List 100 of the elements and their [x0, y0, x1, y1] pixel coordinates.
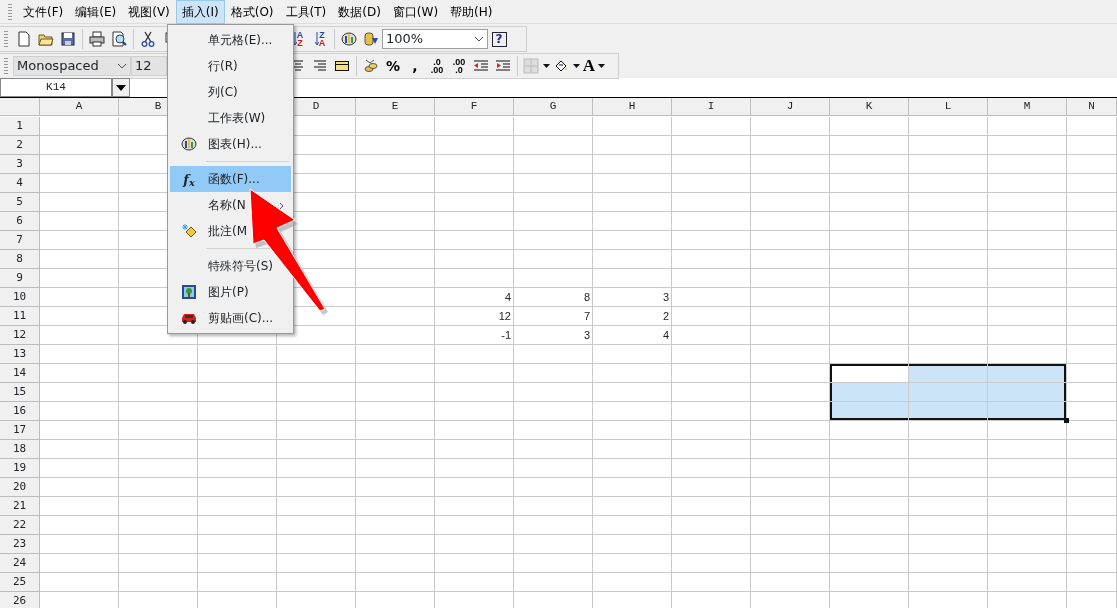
- table-cell[interactable]: [356, 136, 435, 155]
- table-cell[interactable]: [593, 573, 672, 592]
- table-cell[interactable]: [1067, 554, 1117, 573]
- table-cell[interactable]: [356, 535, 435, 554]
- table-cell[interactable]: [40, 174, 119, 193]
- table-cell[interactable]: [909, 516, 988, 535]
- table-cell[interactable]: [40, 269, 119, 288]
- table-cell[interactable]: [40, 117, 119, 136]
- table-cell[interactable]: [277, 421, 356, 440]
- table-cell[interactable]: [830, 174, 909, 193]
- table-cell[interactable]: [277, 535, 356, 554]
- table-cell[interactable]: [830, 497, 909, 516]
- table-cell[interactable]: [1067, 383, 1117, 402]
- table-cell[interactable]: [356, 440, 435, 459]
- column-header[interactable]: G: [514, 98, 593, 116]
- row-header[interactable]: 18: [0, 440, 40, 459]
- table-cell[interactable]: [751, 516, 830, 535]
- table-cell[interactable]: [514, 193, 593, 212]
- table-cell[interactable]: [40, 554, 119, 573]
- table-cell[interactable]: [751, 535, 830, 554]
- menu-item[interactable]: 文件(F): [17, 0, 70, 24]
- row-header[interactable]: 5: [0, 193, 40, 212]
- table-cell[interactable]: [593, 174, 672, 193]
- table-cell[interactable]: [830, 554, 909, 573]
- table-cell[interactable]: [988, 516, 1067, 535]
- table-cell[interactable]: [988, 402, 1067, 421]
- table-cell[interactable]: [356, 554, 435, 573]
- table-cell[interactable]: [909, 269, 988, 288]
- table-cell[interactable]: [830, 117, 909, 136]
- table-cell[interactable]: [672, 136, 751, 155]
- table-cell[interactable]: [593, 250, 672, 269]
- table-cell[interactable]: [593, 554, 672, 573]
- table-cell[interactable]: [1067, 459, 1117, 478]
- table-cell[interactable]: [514, 459, 593, 478]
- table-cell[interactable]: [909, 478, 988, 497]
- menu-item[interactable]: 窗口(W): [386, 0, 445, 24]
- table-cell[interactable]: [988, 421, 1067, 440]
- table-cell[interactable]: [435, 383, 514, 402]
- table-cell[interactable]: [909, 326, 988, 345]
- table-cell[interactable]: [593, 440, 672, 459]
- table-cell[interactable]: [514, 402, 593, 421]
- table-cell[interactable]: [672, 459, 751, 478]
- menu-item[interactable]: 批注(M: [170, 218, 249, 244]
- table-cell[interactable]: [514, 212, 593, 231]
- column-header[interactable]: N: [1067, 98, 1117, 116]
- table-cell[interactable]: [830, 288, 909, 307]
- table-cell[interactable]: [672, 326, 751, 345]
- table-cell[interactable]: [672, 402, 751, 421]
- table-cell[interactable]: [751, 364, 830, 383]
- table-cell[interactable]: [1067, 535, 1117, 554]
- table-cell[interactable]: [751, 193, 830, 212]
- table-cell[interactable]: [514, 554, 593, 573]
- table-cell[interactable]: [119, 345, 198, 364]
- table-cell[interactable]: [593, 421, 672, 440]
- font-color-button[interactable]: A: [581, 55, 607, 77]
- table-cell[interactable]: [356, 155, 435, 174]
- table-cell[interactable]: [830, 250, 909, 269]
- table-cell[interactable]: [909, 288, 988, 307]
- table-cell[interactable]: [672, 535, 751, 554]
- table-cell[interactable]: [1067, 421, 1117, 440]
- table-cell[interactable]: [909, 421, 988, 440]
- row-header[interactable]: 7: [0, 231, 40, 250]
- table-cell[interactable]: [988, 193, 1067, 212]
- table-cell[interactable]: [593, 364, 672, 383]
- column-header[interactable]: F: [435, 98, 514, 116]
- table-cell[interactable]: [1067, 117, 1117, 136]
- column-header[interactable]: E: [356, 98, 435, 116]
- table-cell[interactable]: [40, 250, 119, 269]
- table-cell[interactable]: [40, 326, 119, 345]
- table-cell[interactable]: [198, 459, 277, 478]
- table-cell[interactable]: [40, 535, 119, 554]
- table-cell[interactable]: 4: [593, 326, 672, 345]
- table-cell[interactable]: [119, 421, 198, 440]
- table-cell[interactable]: [40, 136, 119, 155]
- table-cell[interactable]: [356, 269, 435, 288]
- table-cell[interactable]: [435, 345, 514, 364]
- table-cell[interactable]: [593, 117, 672, 136]
- table-cell[interactable]: -1: [435, 326, 514, 345]
- table-cell[interactable]: [672, 383, 751, 402]
- row-header[interactable]: 8: [0, 250, 40, 269]
- menu-item[interactable]: 行(R): [170, 53, 239, 79]
- column-header[interactable]: K: [830, 98, 909, 116]
- table-cell[interactable]: [909, 212, 988, 231]
- table-cell[interactable]: [909, 440, 988, 459]
- table-cell[interactable]: [514, 535, 593, 554]
- table-cell[interactable]: [356, 212, 435, 231]
- table-cell[interactable]: [40, 459, 119, 478]
- table-cell[interactable]: [672, 421, 751, 440]
- table-cell[interactable]: [751, 421, 830, 440]
- table-cell[interactable]: [830, 421, 909, 440]
- table-cell[interactable]: [1067, 307, 1117, 326]
- table-cell[interactable]: [1067, 402, 1117, 421]
- table-cell[interactable]: [751, 288, 830, 307]
- menu-item[interactable]: f$_{x}$ 函数(F)...: [170, 166, 291, 192]
- table-cell[interactable]: [672, 307, 751, 326]
- table-cell[interactable]: [751, 459, 830, 478]
- table-cell[interactable]: [1067, 364, 1117, 383]
- table-cell[interactable]: [40, 421, 119, 440]
- table-cell[interactable]: [119, 440, 198, 459]
- table-cell[interactable]: [988, 231, 1067, 250]
